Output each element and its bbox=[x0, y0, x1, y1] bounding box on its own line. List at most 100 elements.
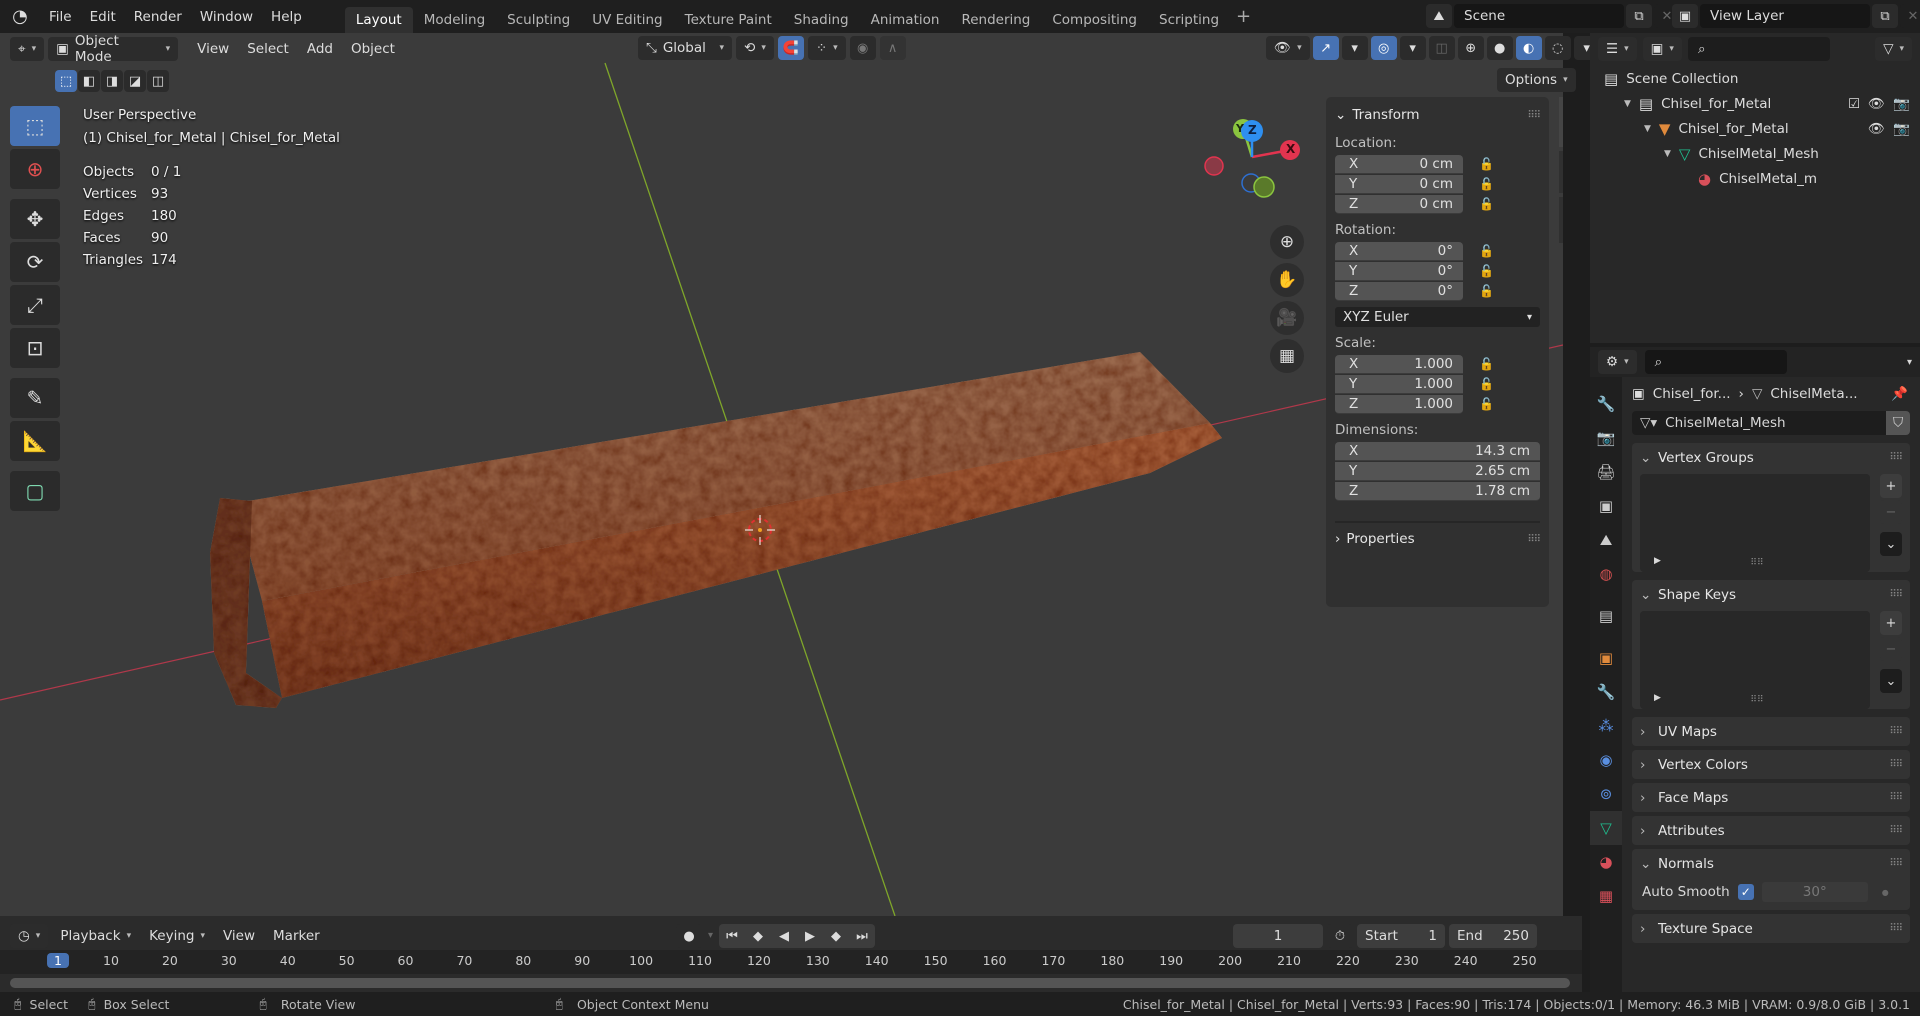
drag-grip-icon[interactable]: ⠿⠿ bbox=[1889, 726, 1903, 737]
view-layer-name-field[interactable]: View Layer bbox=[1700, 4, 1870, 28]
drag-grip-icon[interactable]: ⠿⠿ bbox=[1889, 452, 1903, 463]
panel-header[interactable]: ⌄ Shape Keys ⠿⠿ bbox=[1632, 580, 1910, 609]
scene-name-field[interactable]: Scene bbox=[1454, 4, 1624, 28]
move-tool-icon[interactable]: ✥ bbox=[10, 199, 60, 239]
tab-texture-paint[interactable]: Texture Paint bbox=[674, 7, 783, 33]
record-icon[interactable]: ● bbox=[676, 924, 702, 948]
outliner-item[interactable]: ▼ ▼ Chisel_for_Metal 👁 📷 bbox=[1590, 116, 1920, 141]
drag-grip-icon[interactable]: ⠿⠿ bbox=[1527, 534, 1541, 545]
view-layer-selector[interactable]: ▣ View Layer ⧉ ✕ bbox=[1672, 4, 1920, 28]
select-subtract-icon[interactable]: ◨ bbox=[101, 70, 123, 92]
outliner-item[interactable]: ▤ Scene Collection bbox=[1590, 66, 1920, 91]
next-keyframe-icon[interactable]: ◆ bbox=[823, 924, 849, 948]
overlay-toggle-icon[interactable]: ◎ bbox=[1370, 36, 1397, 60]
specials-menu-icon[interactable]: ⌄ bbox=[1880, 669, 1902, 693]
auto-smooth-checkbox[interactable]: ✓ bbox=[1737, 884, 1754, 900]
eye-icon[interactable]: 👁 bbox=[1868, 121, 1885, 137]
sidebar-tab-item[interactable]: Item bbox=[1559, 97, 1563, 147]
timeline-scrollbar[interactable] bbox=[10, 978, 1570, 988]
viewport-menu-select[interactable]: Select bbox=[238, 41, 298, 57]
render-camera-icon[interactable]: 📷 bbox=[1893, 121, 1910, 137]
fake-user-shield-icon[interactable]: ⛉ bbox=[1886, 411, 1910, 435]
camera-view-icon[interactable]: 🎥 bbox=[1270, 301, 1304, 335]
viewport-menu-view[interactable]: View bbox=[188, 41, 238, 57]
expand-arrow-icon[interactable]: ▼ bbox=[1664, 149, 1671, 159]
unlock-icon[interactable]: 🔓 bbox=[1479, 357, 1494, 371]
material-preview-shading-icon[interactable]: ◐ bbox=[1515, 36, 1542, 60]
gizmo-y-label[interactable]: Y bbox=[1236, 122, 1244, 135]
timeline-menu-marker[interactable]: Marker bbox=[265, 924, 328, 948]
falloff-icon[interactable]: ∧ bbox=[879, 36, 906, 60]
timeline-menu-view[interactable]: View bbox=[215, 924, 263, 948]
gizmo-x-label[interactable]: X bbox=[1286, 142, 1295, 156]
location-x-field[interactable]: X 0 cm bbox=[1335, 154, 1463, 174]
drag-grip-icon[interactable]: ⠿⠿ bbox=[1889, 858, 1903, 869]
panel-header[interactable]: › UV Maps ⠿⠿ bbox=[1632, 717, 1910, 746]
xray-toggle-icon[interactable]: ◫ bbox=[1428, 36, 1455, 60]
outliner-item[interactable]: ▼ ▤ Chisel_for_Metal ☑ 👁 📷 bbox=[1590, 91, 1920, 116]
unlock-icon[interactable]: 🔓 bbox=[1479, 264, 1494, 278]
sidebar-tab-tool[interactable]: Tool bbox=[1559, 151, 1563, 193]
panel-header[interactable]: › Texture Space ⠿⠿ bbox=[1632, 914, 1910, 943]
expand-filter-icon[interactable]: ▶ bbox=[1654, 693, 1661, 703]
modifier-icon[interactable]: 🔧 bbox=[1590, 675, 1622, 709]
outliner-item[interactable]: ▼ ▽ ChiselMetal_Mesh bbox=[1590, 141, 1920, 166]
gizmo-z-label[interactable]: Z bbox=[1248, 123, 1257, 137]
panel-header[interactable]: › Attributes ⠿⠿ bbox=[1632, 816, 1910, 845]
location-z-field[interactable]: Z 0 cm bbox=[1335, 194, 1463, 214]
remove-icon[interactable]: − bbox=[1880, 637, 1902, 661]
add-icon[interactable]: + bbox=[1880, 611, 1902, 635]
snap-target-dropdown[interactable]: ⁘ ▾ bbox=[807, 36, 846, 60]
tab-modeling[interactable]: Modeling bbox=[413, 7, 496, 33]
outliner-search-input[interactable]: ⌕ bbox=[1687, 36, 1830, 61]
texture-icon[interactable]: ▦ bbox=[1590, 879, 1622, 913]
unlock-icon[interactable]: 🔓 bbox=[1479, 244, 1494, 258]
menu-file[interactable]: File bbox=[40, 9, 81, 25]
resize-grip-icon[interactable]: ⠿⠿ bbox=[1750, 695, 1763, 705]
tool-icon[interactable]: 🔧 bbox=[1590, 387, 1622, 421]
outliner-editor-type-dropdown[interactable]: ☰ ▾ bbox=[1598, 36, 1637, 61]
tab-uv-editing[interactable]: UV Editing bbox=[581, 7, 673, 33]
properties-panel-header[interactable]: › Properties ⠿⠿ bbox=[1335, 521, 1541, 551]
item-list[interactable]: ▶ ⠿⠿ + − ⌄ bbox=[1640, 474, 1902, 572]
pin-icon[interactable]: 📌 bbox=[1891, 386, 1908, 402]
tab-sculpting[interactable]: Sculpting bbox=[496, 7, 581, 33]
menu-help[interactable]: Help bbox=[262, 9, 311, 25]
filter-dropdown[interactable]: ▽ ▾ bbox=[1875, 36, 1912, 61]
solid-shading-icon[interactable]: ● bbox=[1486, 36, 1513, 60]
view-layer-icon[interactable]: ▣ bbox=[1590, 489, 1622, 523]
current-frame-indicator[interactable]: 1 bbox=[47, 953, 69, 968]
exclude-checkbox-icon[interactable]: ☑ bbox=[1848, 96, 1860, 112]
gizmo-toggle-icon[interactable]: ↗ bbox=[1312, 36, 1339, 60]
viewport-menu-object[interactable]: Object bbox=[342, 41, 404, 57]
ortho-grid-icon[interactable]: ▦ bbox=[1270, 339, 1304, 373]
object-icon[interactable]: ▣ bbox=[1590, 641, 1622, 675]
world-icon[interactable]: ◍ bbox=[1590, 557, 1622, 591]
chevron-down-icon[interactable]: ▾ bbox=[708, 924, 713, 948]
tab-rendering[interactable]: Rendering bbox=[950, 7, 1041, 33]
add-workspace-icon[interactable]: + bbox=[1236, 6, 1251, 27]
blender-logo-icon[interactable]: ◔ bbox=[0, 6, 40, 27]
scene-icon[interactable]: ⛰ bbox=[1590, 523, 1622, 557]
sidebar-tab-view[interactable]: View bbox=[1559, 197, 1563, 243]
output-icon[interactable]: 🖨 bbox=[1590, 455, 1622, 489]
wireframe-shading-icon[interactable]: ⊕ bbox=[1457, 36, 1484, 60]
physics-icon[interactable]: ◉ bbox=[1590, 743, 1622, 777]
add-cube-tool-icon[interactable]: ▢ bbox=[10, 471, 60, 511]
material-icon[interactable]: ◕ bbox=[1590, 845, 1622, 879]
tab-scripting[interactable]: Scripting bbox=[1148, 7, 1230, 33]
scene-selector[interactable]: ⛰ Scene ⧉ ✕ bbox=[1426, 4, 1680, 28]
unlock-icon[interactable]: 🔓 bbox=[1479, 157, 1494, 171]
select-box-tool-icon[interactable]: ⬚ bbox=[10, 106, 60, 146]
jump-start-icon[interactable]: ⏮ bbox=[719, 924, 745, 948]
scene-icon[interactable]: ⛰ bbox=[1426, 4, 1452, 28]
transform-panel-header[interactable]: ⌄ Transform ⠿⠿ bbox=[1335, 103, 1541, 127]
render-icon[interactable]: 📷 bbox=[1590, 421, 1622, 455]
particles-icon[interactable]: ⁂ bbox=[1590, 709, 1622, 743]
add-icon[interactable]: + bbox=[1880, 474, 1902, 498]
unlock-icon[interactable]: 🔓 bbox=[1479, 177, 1494, 191]
timeline-menu-playback[interactable]: Playback ▾ bbox=[52, 924, 139, 948]
orientation-dropdown[interactable]: ⤡ Global ▾ bbox=[638, 36, 732, 60]
prev-keyframe-icon[interactable]: ◆ bbox=[745, 924, 771, 948]
jump-end-icon[interactable]: ⏭ bbox=[849, 924, 875, 948]
